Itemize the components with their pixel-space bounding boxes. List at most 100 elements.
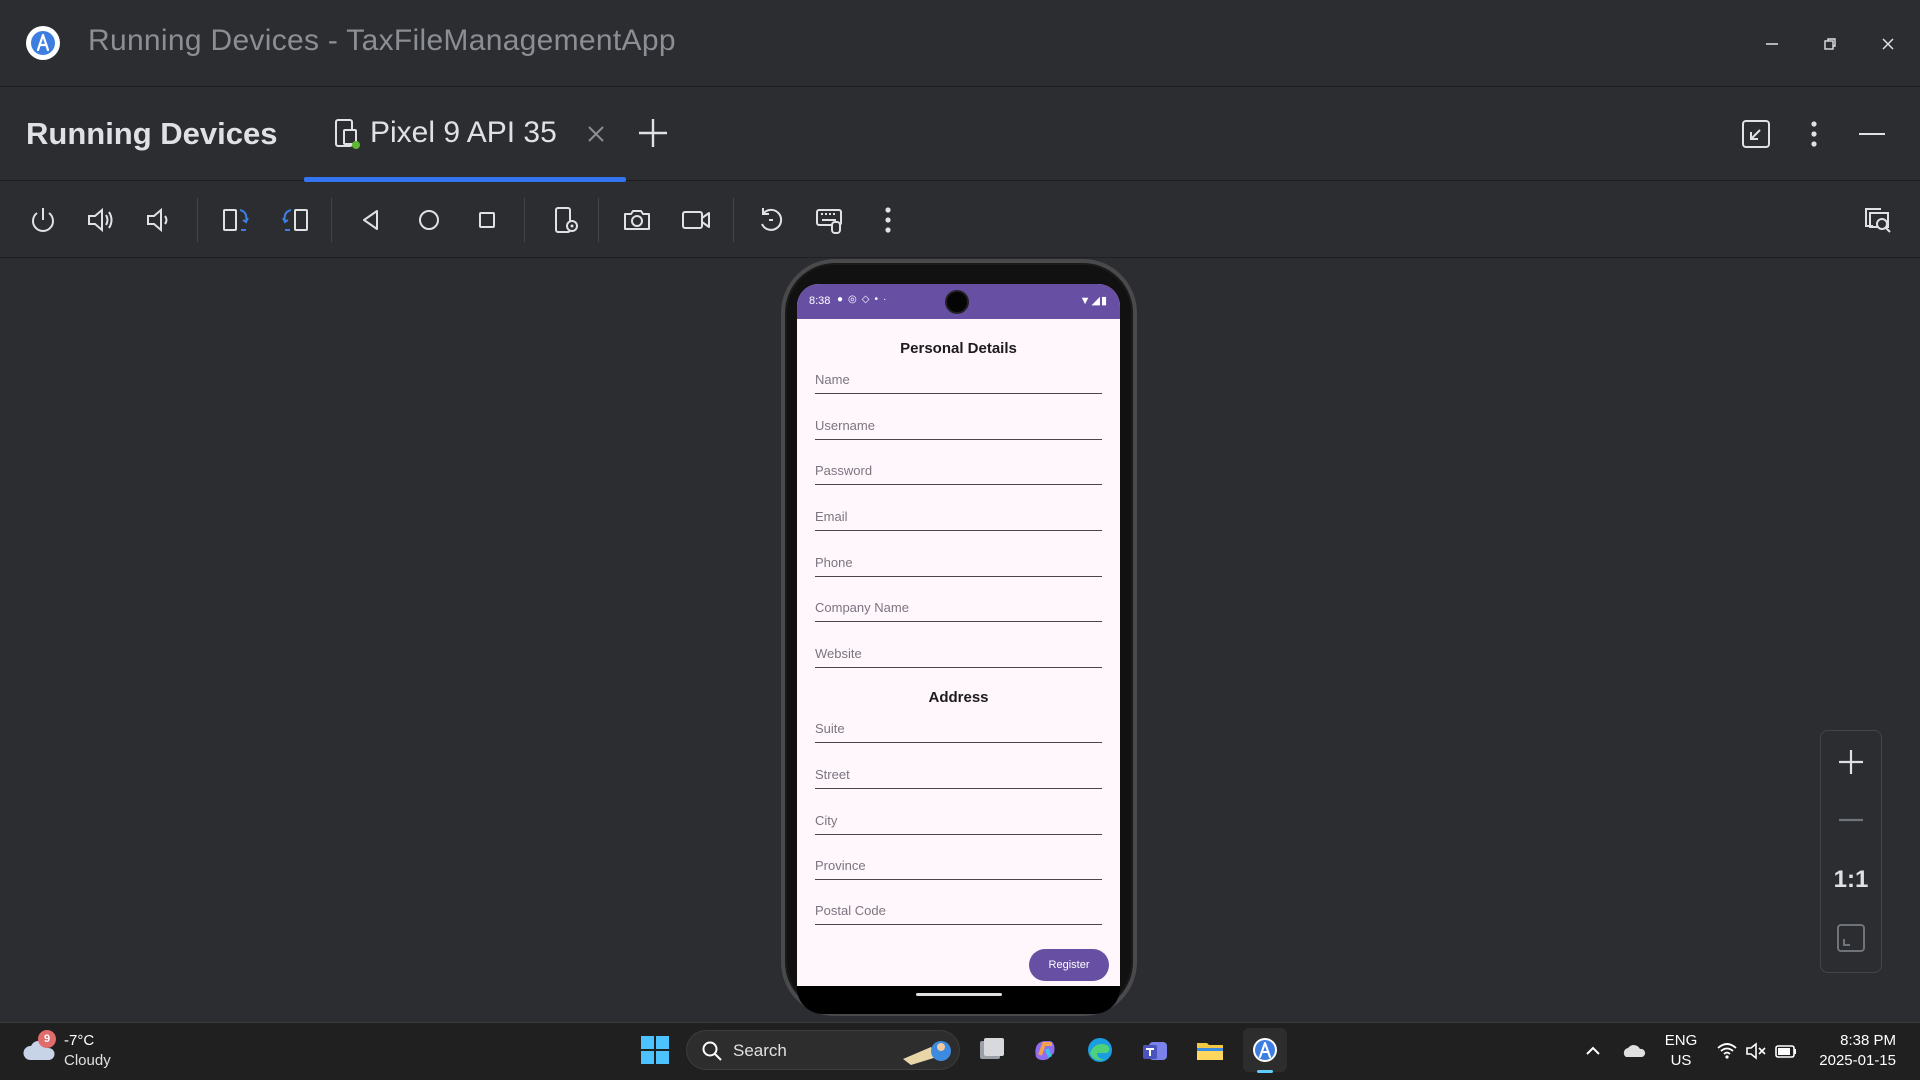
device-settings-icon[interactable] [546,200,586,240]
onedrive-icon[interactable] [1622,1040,1646,1062]
company-name-input[interactable] [815,596,1102,615]
status-time: 8:38 [809,295,831,307]
tab-pixel-9-api-35[interactable]: Pixel 9 API 35 [304,88,626,182]
phone-field[interactable] [815,551,1102,577]
address-heading: Address [928,689,989,706]
keyboard-region: US [1670,1052,1692,1069]
restore-icon[interactable] [1812,26,1848,62]
screen-record-icon[interactable] [676,200,716,240]
inspect-icon[interactable] [1857,200,1897,240]
username-input[interactable] [815,414,1102,433]
search-label: Search [733,1041,787,1060]
active-app-indicator [1257,1070,1273,1073]
email-input[interactable] [815,505,1102,524]
windows-start-icon[interactable] [633,1028,677,1072]
rotate-left-icon[interactable] [216,200,256,240]
toolbar-separator [598,198,599,242]
province-input[interactable] [815,854,1102,873]
zoom-actual-size-button[interactable]: 1:1 [1830,859,1872,901]
taskbar-search[interactable]: Search [686,1030,960,1070]
toolbar-separator [331,198,332,242]
phone-input[interactable] [815,551,1102,570]
device-tab-icon [335,119,360,149]
zoom-fit-icon[interactable] [1830,917,1872,959]
toolbar-separator [197,198,198,242]
android-studio-taskbar-icon[interactable] [1243,1028,1287,1072]
zoom-ratio-label: 1:1 [1833,866,1869,893]
overview-icon[interactable] [467,200,507,240]
show-hidden-icons-icon[interactable] [1582,1040,1604,1062]
search-highlight-icon [903,1041,951,1065]
company-name-field[interactable] [815,596,1102,622]
add-device-icon[interactable] [634,114,672,152]
password-field[interactable] [815,459,1102,485]
restore-layout-icon[interactable] [1736,114,1776,154]
tool-window-header [0,88,1920,181]
android-status-bar: 8:38 ●◎◇•· ▼◢▮ [797,284,1120,319]
toolbar-separator [524,198,525,242]
zoom-out-icon[interactable] [1830,799,1872,841]
battery-icon[interactable] [1774,1040,1798,1062]
status-signal-battery-icons: ▼◢▮ [1079,295,1108,307]
volume-up-icon[interactable] [81,200,121,240]
close-tab-icon[interactable] [582,120,610,148]
android-studio-logo-icon [26,26,60,60]
street-input[interactable] [815,763,1102,782]
teams-icon[interactable] [1133,1028,1177,1072]
wifi-icon[interactable] [1716,1040,1738,1062]
window-title: Running Devices - TaxFileManagementApp [88,24,676,57]
clock-date: 2025-01-15 [1819,1052,1896,1069]
city-input[interactable] [815,809,1102,828]
hide-icon[interactable] [1852,114,1892,154]
power-icon[interactable] [23,200,63,240]
tool-window-title: Running Devices [26,116,278,151]
website-input[interactable] [815,642,1102,661]
weather-temperature: -7°C [64,1032,95,1049]
taskbar-clock[interactable]: 8:38 PM 2025-01-15 [1812,1031,1896,1071]
username-field[interactable] [815,414,1102,440]
weather-condition: Cloudy [64,1052,111,1069]
tab-label: Pixel 9 API 35 [370,116,557,149]
volume-down-icon[interactable] [138,200,178,240]
suite-input[interactable] [815,717,1102,736]
reset-icon[interactable] [751,200,791,240]
front-camera-icon [945,290,969,314]
name-field[interactable] [815,368,1102,394]
website-field[interactable] [815,642,1102,668]
status-notification-icons: ●◎◇•· [837,294,892,305]
register-button[interactable]: Register [1029,949,1109,981]
screenshot-icon[interactable] [617,200,657,240]
back-icon[interactable] [351,200,391,240]
toolbar-separator [733,198,734,242]
name-input[interactable] [815,368,1102,387]
close-icon[interactable] [1870,26,1906,62]
password-input[interactable] [815,459,1102,478]
minimize-icon[interactable] [1754,26,1790,62]
personal-details-heading: Personal Details [900,340,1017,357]
task-view-icon[interactable] [970,1028,1014,1072]
postal-code-input[interactable] [815,899,1102,918]
more-options-icon[interactable] [1794,114,1834,154]
postal-code-field[interactable] [815,899,1102,925]
more-icon[interactable] [868,200,908,240]
search-icon [702,1041,722,1061]
street-field[interactable] [815,763,1102,789]
email-field[interactable] [815,505,1102,531]
copilot-icon[interactable] [1023,1028,1067,1072]
home-icon[interactable] [409,200,449,240]
province-field[interactable] [815,854,1102,880]
gesture-home-bar[interactable] [916,993,1002,996]
suite-field[interactable] [815,717,1102,743]
file-explorer-icon[interactable] [1188,1028,1232,1072]
weather-widget[interactable]: 9 -7°C Cloudy [22,1030,142,1074]
city-field[interactable] [815,809,1102,835]
keyboard-input-icon[interactable] [810,200,850,240]
volume-muted-icon[interactable] [1745,1040,1767,1062]
phone-screen: 8:38 ●◎◇•· ▼◢▮ Personal Details Address … [797,284,1120,986]
phone-nav-area [797,986,1120,1014]
weather-alert-badge: 9 [38,1030,56,1048]
rotate-right-icon[interactable] [275,200,315,240]
zoom-in-icon[interactable] [1830,741,1872,783]
language-indicator[interactable]: ENG US [1664,1031,1698,1071]
edge-browser-icon[interactable] [1078,1028,1122,1072]
